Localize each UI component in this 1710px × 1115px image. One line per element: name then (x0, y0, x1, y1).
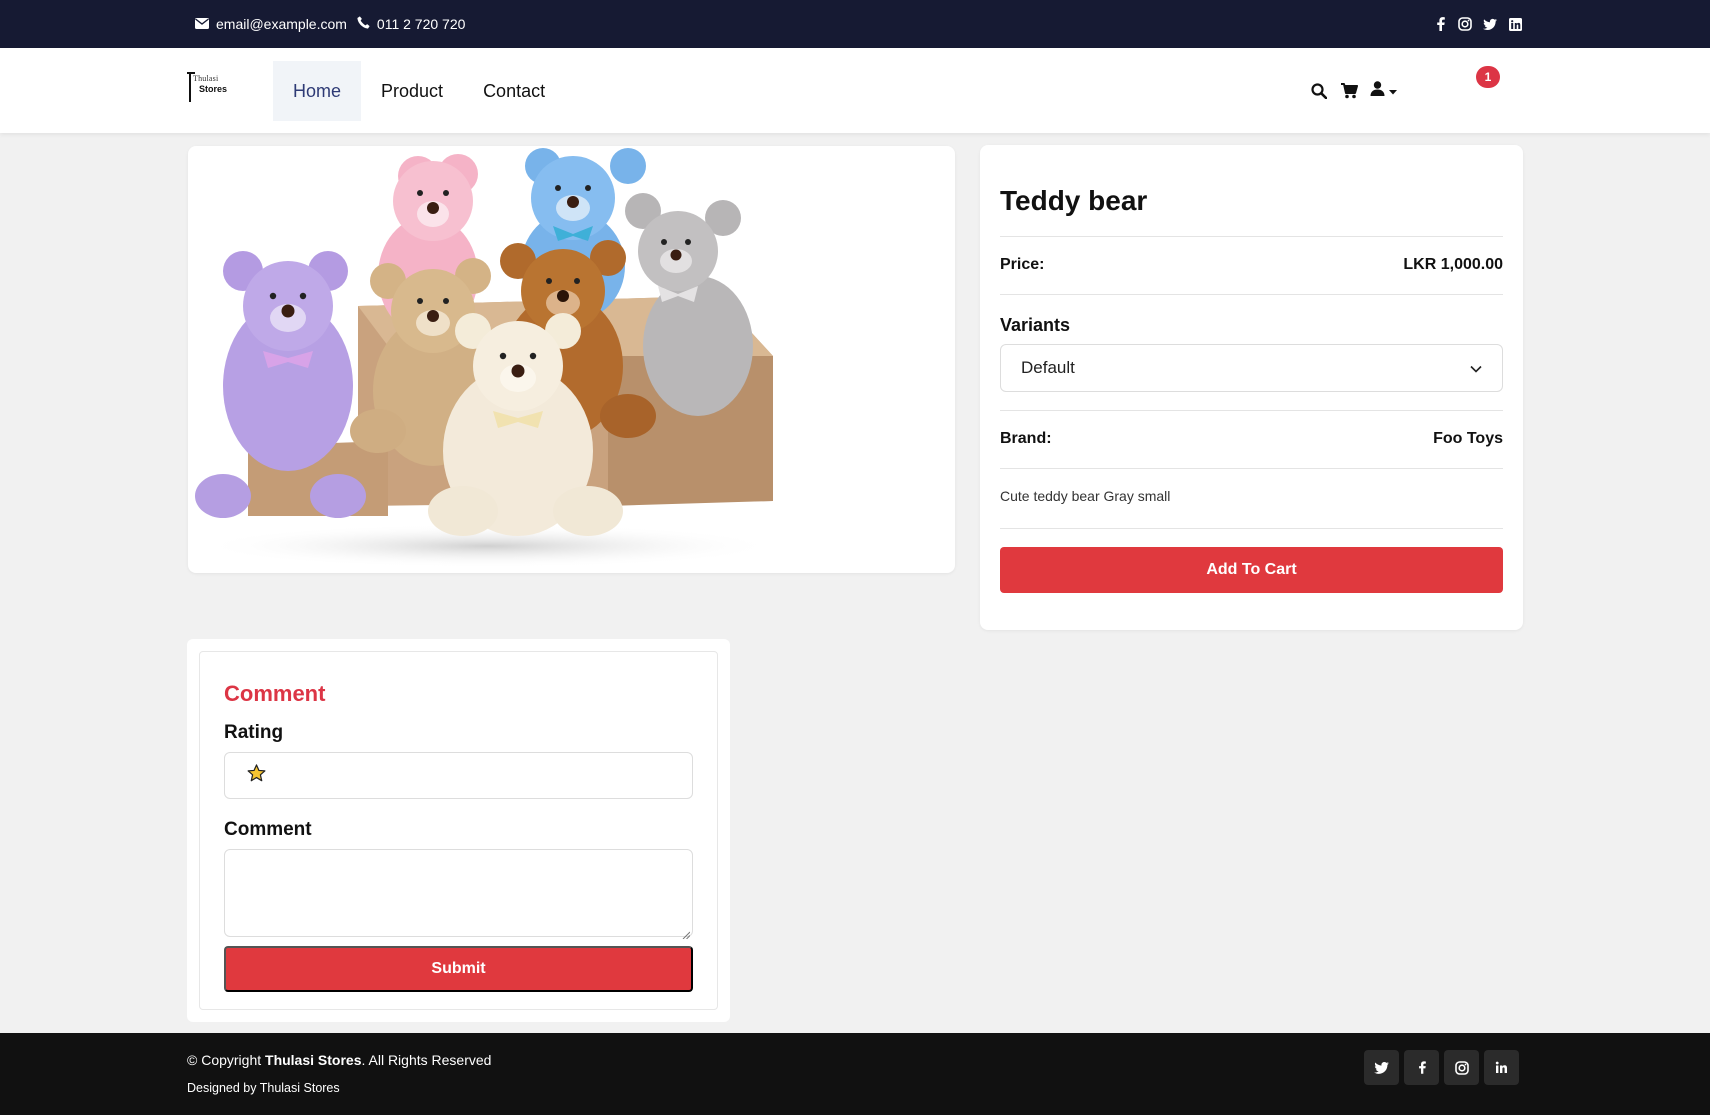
product-description: Cute teddy bear Gray small (1000, 488, 1171, 504)
product-image (195, 146, 778, 573)
product-image-card (188, 146, 955, 573)
top-bar: email@example.com 011 2 720 720 (0, 0, 1710, 48)
comment-section: Comment Rating Comment Submit (187, 639, 730, 1022)
main-navbar: Thulasi Stores Home Product Contact (0, 48, 1710, 133)
facebook-icon[interactable] (1404, 1050, 1439, 1085)
linkedin-icon[interactable] (1508, 17, 1522, 31)
star-icon[interactable] (247, 764, 266, 787)
email-link[interactable]: email@example.com (195, 16, 347, 32)
divider (1000, 294, 1503, 295)
linkedin-icon[interactable] (1484, 1050, 1519, 1085)
rating-input[interactable] (224, 752, 693, 799)
store-logo[interactable]: Thulasi Stores (187, 70, 235, 106)
copyright-brand: Thulasi Stores (265, 1052, 362, 1068)
user-menu[interactable] (1370, 80, 1397, 101)
designed-by-text: Designed by Thulasi Stores (187, 1081, 340, 1095)
envelope-icon (195, 16, 209, 32)
instagram-icon[interactable] (1458, 17, 1472, 31)
cart-count-badge: 1 (1476, 66, 1500, 88)
divider (1000, 468, 1503, 469)
contact-info: email@example.com 011 2 720 720 (195, 0, 465, 48)
logo-text-line2: Stores (199, 84, 228, 94)
phone-link[interactable]: 011 2 720 720 (357, 16, 466, 32)
variants-label: Variants (1000, 315, 1071, 335)
comment-heading: Comment (224, 681, 326, 706)
email-text: email@example.com (216, 16, 347, 32)
facebook-icon[interactable] (1433, 17, 1447, 31)
chevron-down-icon (1470, 358, 1482, 378)
brand-value: Foo Toys (1433, 430, 1503, 447)
variant-selected-value: Default (1021, 358, 1075, 377)
nav-link-product[interactable]: Product (361, 61, 463, 121)
comment-form: Comment Rating Comment Submit (199, 651, 718, 1010)
logo-text-line1: Thulasi (193, 74, 219, 83)
footer: © Copyright Thulasi Stores. All Rights R… (0, 1033, 1710, 1115)
variant-select[interactable]: Default (1000, 344, 1503, 392)
price-value: LKR 1,000.00 (1403, 256, 1503, 273)
nav-link-home[interactable]: Home (273, 61, 362, 121)
copyright-prefix: © Copyright (187, 1052, 266, 1068)
comment-label: Comment (224, 819, 312, 840)
twitter-icon[interactable] (1483, 17, 1497, 31)
divider (1000, 236, 1503, 237)
brand-label: Brand: (1000, 430, 1052, 447)
instagram-icon[interactable] (1444, 1050, 1479, 1085)
copyright-suffix: . All Rights Reserved (361, 1052, 492, 1068)
footer-social (1364, 1050, 1519, 1085)
product-title: Teddy bear (1000, 185, 1148, 216)
cart-icon[interactable] (1340, 82, 1358, 100)
copyright-text: © Copyright Thulasi Stores. All Rights R… (187, 1052, 491, 1068)
user-icon (1370, 80, 1385, 101)
nav-link-contact[interactable]: Contact (463, 61, 565, 121)
submit-button[interactable]: Submit (224, 946, 693, 992)
phone-icon (357, 16, 370, 32)
rating-label: Rating (224, 722, 284, 743)
add-to-cart-button[interactable]: Add To Cart (1000, 547, 1503, 593)
comment-textarea[interactable] (224, 849, 693, 940)
phone-text: 011 2 720 720 (376, 16, 466, 32)
resize-handle-icon[interactable] (682, 926, 691, 940)
topbar-social (1433, 0, 1522, 48)
search-icon[interactable] (1310, 82, 1328, 100)
product-info-card: Teddy bear Price: LKR 1,000.00 Variants … (980, 145, 1523, 630)
divider (1000, 410, 1503, 411)
nav-icons (1310, 48, 1397, 133)
price-label: Price: (1000, 256, 1045, 273)
caret-down-icon (1389, 82, 1397, 100)
nav-links: Home Product Contact (273, 61, 565, 121)
twitter-icon[interactable] (1364, 1050, 1399, 1085)
divider (1000, 528, 1503, 529)
